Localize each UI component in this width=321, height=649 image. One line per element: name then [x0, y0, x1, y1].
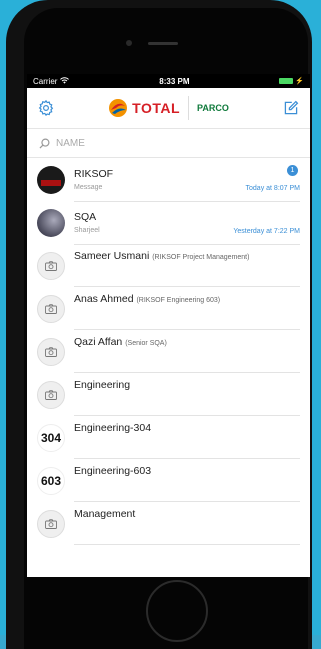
logo-divider [188, 96, 190, 120]
avatar [37, 337, 65, 366]
chat-row-body: Sameer Usmani (RIKSOF Project Management… [74, 244, 300, 287]
chat-row-body: SQA Sharjeel Yesterday at 7:22 PM [74, 201, 300, 245]
contact-row-sameer[interactable]: Sameer Usmani (RIKSOF Project Management… [27, 244, 310, 287]
front-camera [126, 40, 132, 46]
chat-row-body: Qazi Affan (Senior SQA) [74, 330, 300, 373]
chat-row-body: Engineering-603 [74, 459, 300, 502]
parco-logo: PARCO [197, 103, 229, 113]
contact-role: (RIKSOF Project Management) [152, 254, 250, 261]
app-header: TOTAL PARCO [27, 88, 310, 129]
avatar [37, 208, 65, 237]
earpiece-speaker [148, 42, 178, 45]
group-row-engineering-603[interactable]: 603 Engineering-603 [27, 459, 310, 502]
contact-row-anas[interactable]: Anas Ahmed (RIKSOF Engineering 603) [27, 287, 310, 330]
settings-button[interactable] [35, 97, 57, 119]
compose-button[interactable] [280, 97, 302, 119]
contact-title: Qazi Affan (Senior SQA) [74, 336, 300, 348]
status-time: 8:33 PM [159, 76, 190, 86]
camera-icon [45, 518, 57, 529]
chat-row-body: Anas Ahmed (RIKSOF Engineering 603) [74, 287, 300, 330]
chat-row-riksof[interactable]: RIKSOF Message Today at 8:07 PM 1 [27, 158, 310, 202]
avatar-number: 603 [40, 473, 62, 488]
contact-title: Sameer Usmani (RIKSOF Project Management… [74, 250, 300, 262]
status-left: Carrier [33, 76, 70, 86]
gear-icon [38, 99, 54, 117]
total-emblem-icon [109, 99, 128, 117]
chat-row-sqa[interactable]: SQA Sharjeel Yesterday at 7:22 PM [27, 201, 310, 245]
chat-row-body: Engineering-304 [74, 416, 300, 459]
chat-row-body: Engineering [74, 373, 300, 416]
camera-icon [45, 389, 57, 400]
contact-name: Qazi Affan [74, 336, 123, 348]
wifi-icon [60, 76, 70, 86]
camera-icon [45, 346, 57, 357]
avatar [37, 165, 65, 194]
charging-icon: ⚡ [295, 78, 304, 85]
avatar [37, 509, 65, 538]
contact-name: Sameer Usmani [74, 250, 150, 262]
total-logo: TOTAL [108, 98, 180, 118]
status-bar: Carrier 8:33 PM ⚡ [27, 74, 310, 88]
group-row-engineering[interactable]: Engineering [27, 373, 310, 416]
app-screen: Carrier 8:33 PM ⚡ TOTAL PARCO NAME RIKSO… [27, 74, 310, 577]
search-input[interactable] [56, 137, 256, 149]
parco-brand-text: PARCO [197, 103, 229, 113]
avatar [37, 294, 65, 323]
contact-role: (Senior SQA) [125, 340, 167, 347]
avatar [37, 380, 65, 409]
camera-icon [45, 260, 57, 271]
camera-icon [45, 303, 57, 314]
chat-row-body: Management [74, 502, 300, 545]
group-row-engineering-304[interactable]: 304 Engineering-304 [27, 416, 310, 459]
chat-time: Yesterday at 7:22 PM [233, 227, 300, 235]
chat-name: RIKSOF [74, 167, 114, 180]
home-button[interactable] [146, 580, 208, 642]
chat-row-body: RIKSOF Message Today at 8:07 PM 1 [74, 158, 300, 202]
brand-logos: TOTAL PARCO [108, 96, 229, 120]
battery-icon [279, 78, 294, 84]
chat-name: SQA [74, 210, 97, 223]
avatar: 603 [37, 466, 65, 495]
unread-badge: 1 [287, 164, 298, 176]
avatar [37, 251, 65, 280]
group-row-management[interactable]: Management [27, 502, 310, 545]
chat-time: Today at 8:07 PM [245, 184, 300, 192]
group-name: Engineering-603 [74, 465, 152, 477]
avatar-number: 304 [40, 430, 62, 445]
battery-indicator: ⚡ [279, 77, 304, 85]
search-icon [39, 138, 50, 149]
group-name: Engineering [74, 379, 131, 391]
group-name: Engineering-304 [74, 422, 152, 434]
contact-name: Anas Ahmed [74, 293, 134, 305]
total-brand-text: TOTAL [132, 100, 181, 116]
group-name: Management [74, 508, 136, 520]
contact-row-qazi[interactable]: Qazi Affan (Senior SQA) [27, 330, 310, 373]
chat-list: RIKSOF Message Today at 8:07 PM 1 SQA Sh… [27, 158, 310, 545]
avatar: 304 [37, 423, 65, 452]
search-bar [27, 129, 310, 158]
contact-role: (RIKSOF Engineering 603) [136, 297, 221, 304]
carrier-label: Carrier [33, 76, 58, 86]
compose-icon [284, 100, 299, 115]
contact-title: Anas Ahmed (RIKSOF Engineering 603) [74, 293, 300, 305]
